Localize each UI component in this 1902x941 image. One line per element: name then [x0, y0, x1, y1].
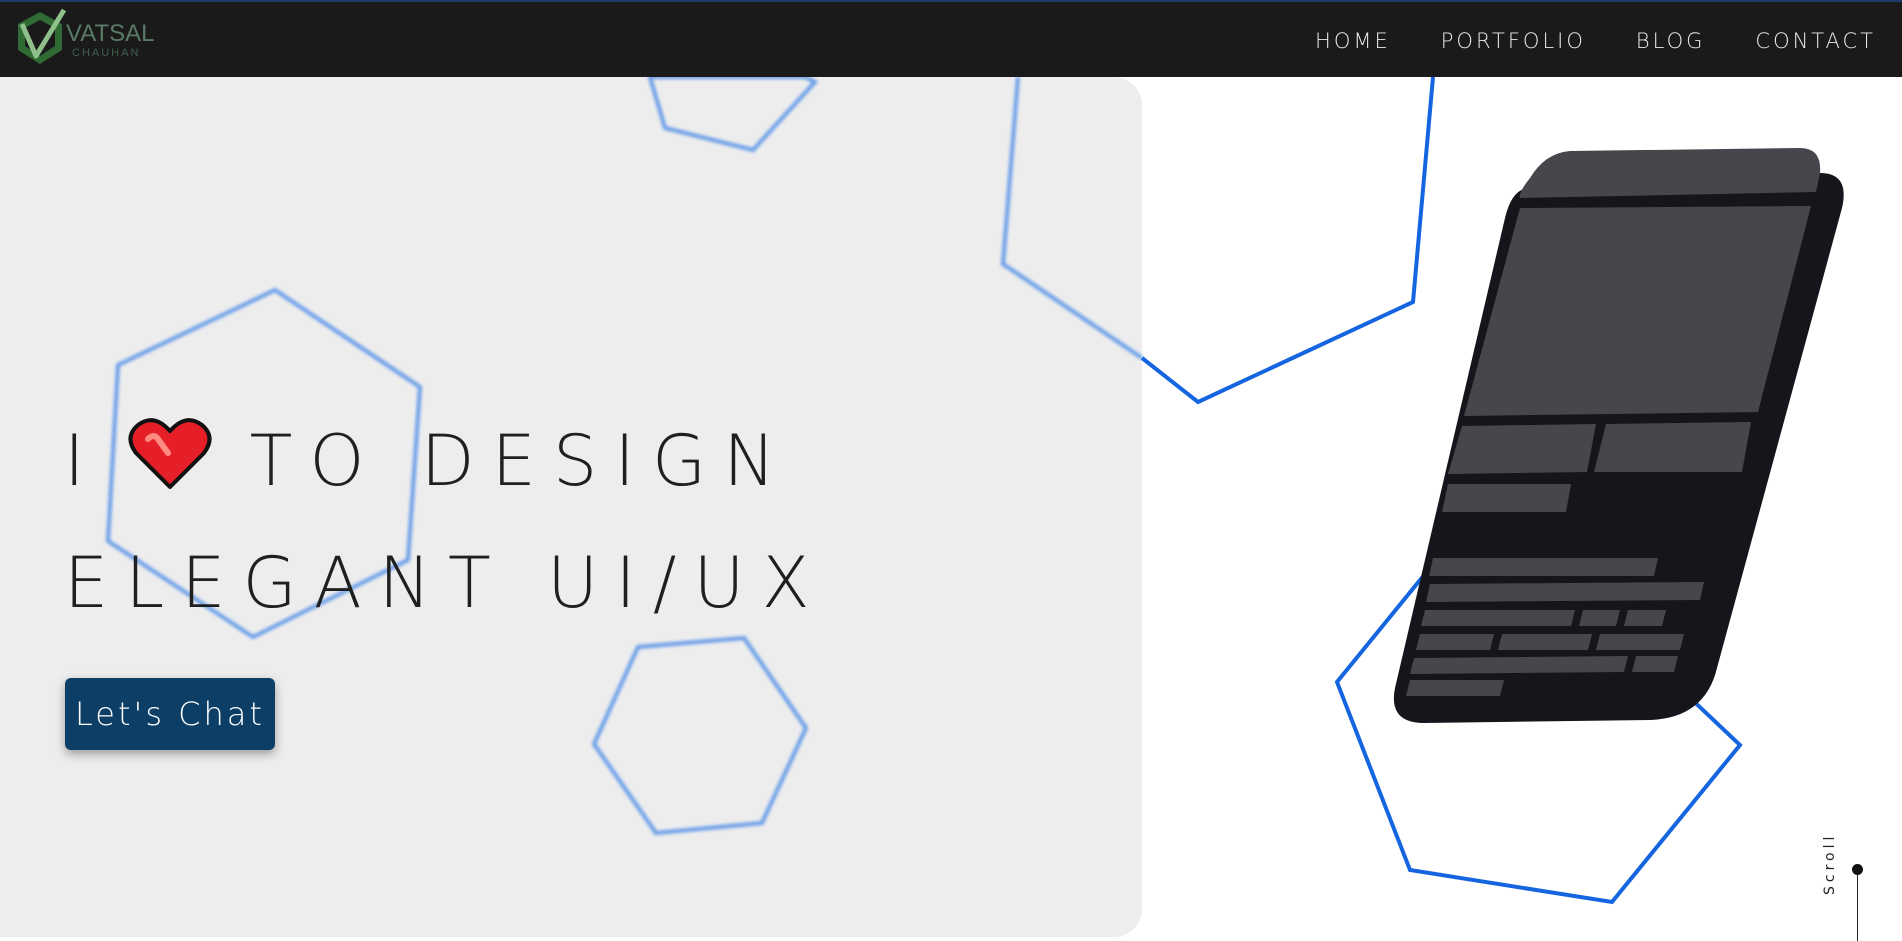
- scroll-indicator-line: [1857, 868, 1858, 941]
- lets-chat-button[interactable]: Let's Chat: [65, 678, 275, 750]
- headline-line-1: I TO DESIGN: [64, 400, 827, 522]
- phone-mockup-icon: [1393, 148, 1844, 723]
- brand-subtitle: CHAUHAN: [72, 47, 141, 59]
- nav-blog[interactable]: BLOG: [1636, 29, 1706, 53]
- top-navigation-bar: VATSAL CHAUHAN HOME PORTFOLIO BLOG CONTA…: [0, 0, 1902, 77]
- heart-icon: [128, 418, 212, 489]
- headline-line-2: ELEGANT UI/UX: [64, 542, 827, 624]
- brand-name: VATSAL: [66, 20, 155, 47]
- main-nav: HOME PORTFOLIO BLOG CONTACT: [1315, 2, 1902, 79]
- v-check-logo-icon: [18, 8, 67, 64]
- nav-home[interactable]: HOME: [1315, 29, 1391, 53]
- nav-portfolio[interactable]: PORTFOLIO: [1441, 29, 1586, 53]
- brand-logo[interactable]: VATSAL CHAUHAN: [10, 6, 154, 70]
- nav-contact[interactable]: CONTACT: [1755, 29, 1876, 53]
- headline-word-i: I: [64, 420, 102, 502]
- scroll-label: Scroll: [1822, 832, 1838, 895]
- headline-to-design: TO DESIGN: [249, 420, 793, 502]
- scroll-indicator-dot[interactable]: [1852, 864, 1863, 875]
- hero-headline: I TO DESIGN ELEGANT UI/UX: [64, 400, 827, 644]
